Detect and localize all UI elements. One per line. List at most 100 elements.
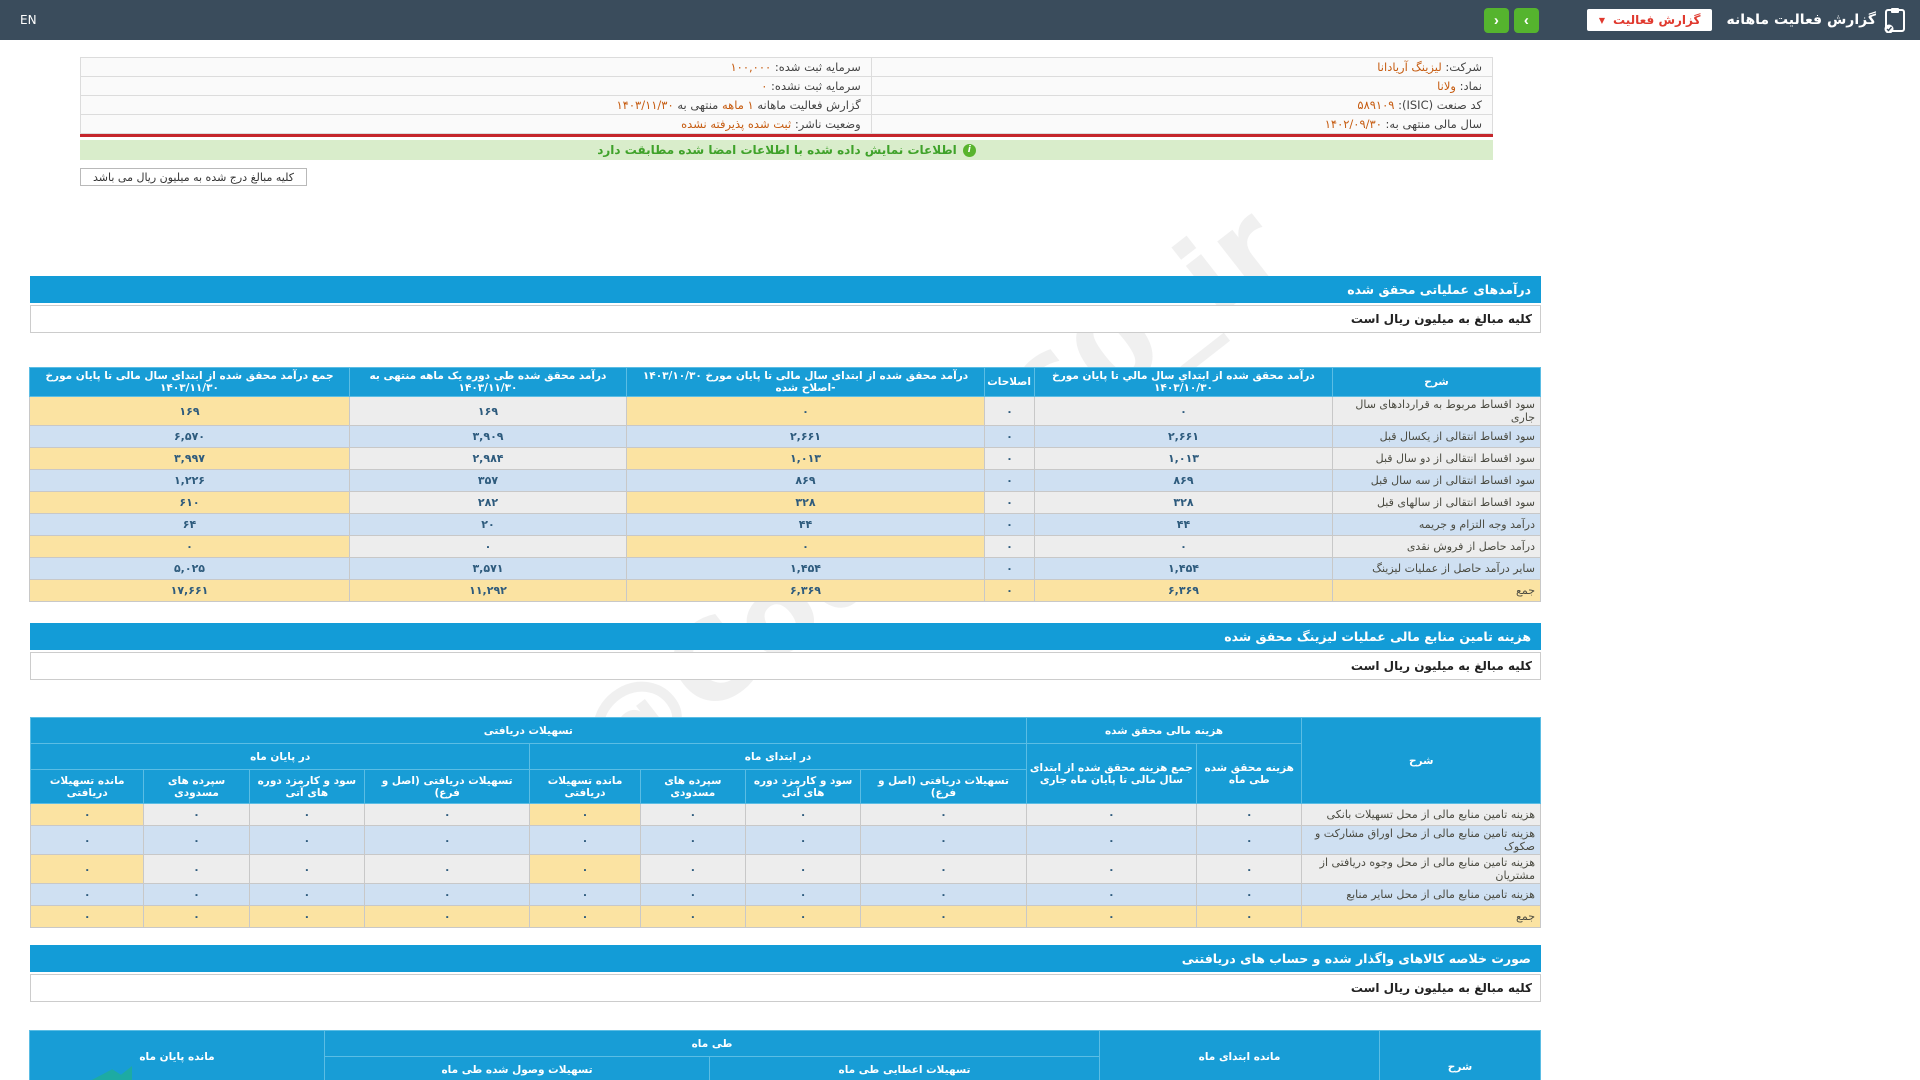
value-cell: ۱,۰۱۳ bbox=[1035, 448, 1333, 470]
chevron-left-icon: ‹ bbox=[1494, 12, 1499, 29]
language-toggle[interactable]: EN bbox=[20, 13, 37, 27]
company-info-table: شرکت: لیزینگ آریادانا سرمایه ثبت شده: ۱۰… bbox=[80, 57, 1493, 134]
table-row: هزینه تامین منابع مالی از محل سایر منابع… bbox=[31, 884, 1541, 906]
value-cell: ۰ bbox=[1197, 884, 1302, 906]
value-cell: ۰ bbox=[530, 855, 640, 884]
value-cell: ۱۶۹ bbox=[30, 397, 350, 426]
row-label-cell: سود اقساط انتقالی از سه سال قبل bbox=[1333, 470, 1541, 492]
fiscal-year-end-value: ۱۴۰۲/۰۹/۳۰ bbox=[1325, 117, 1382, 131]
field-label: سرمایه ثبت نشده: bbox=[771, 79, 861, 93]
group-header: تسهیلات اعطایی طی ماه bbox=[710, 1057, 1100, 1080]
value-cell: ۲۰ bbox=[350, 514, 627, 536]
value-cell: ۰ bbox=[144, 855, 249, 884]
value-cell: ۰ bbox=[1197, 906, 1302, 928]
issuer-status-value: ثبت شده پذیرفته نشده bbox=[681, 117, 791, 131]
value-cell: ۶,۳۶۹ bbox=[1035, 580, 1333, 602]
table-row: شرکت: لیزینگ آریادانا سرمایه ثبت شده: ۱۰… bbox=[81, 58, 1493, 77]
value-cell: ۰ bbox=[640, 884, 745, 906]
company-field: شرکت: لیزینگ آریادانا bbox=[871, 58, 1492, 77]
column-header: درآمد محقق شده از ابتداي سال مالي تا پای… bbox=[1035, 368, 1333, 397]
value-cell: ۰ bbox=[861, 855, 1026, 884]
report-period-field: گزارش فعالیت ماهانه ۱ ماهه منتهی به ۱۴۰۳… bbox=[81, 96, 872, 115]
table-row: سود اقساط انتقالی از سالهای قبل۳۲۸۰۳۲۸۲۸… bbox=[30, 492, 1541, 514]
isic-field: کد صنعت (ISIC): ۵۸۹۱۰۹ bbox=[871, 96, 1492, 115]
group-header: مانده ابتدای ماه bbox=[1100, 1031, 1380, 1080]
value-cell: ۸۶۹ bbox=[1035, 470, 1333, 492]
operating-revenues-table: شرح درآمد محقق شده از ابتداي سال مالي تا… bbox=[29, 367, 1541, 602]
top-navbar: گزارش فعالیت ماهانه گزارش فعالیت ▼ › ‹ E… bbox=[0, 0, 1920, 40]
value-cell: ۳۵۷ bbox=[350, 470, 627, 492]
units-row: کلیه مبالغ به میلیون ریال است bbox=[30, 974, 1541, 1002]
signature-match-banner: i اطلاعات نمایش داده شده با اطلاعات امضا… bbox=[80, 140, 1493, 160]
value-cell: ۰ bbox=[144, 826, 249, 855]
value-cell: ۰ bbox=[364, 804, 529, 826]
symbol-value: ولانا bbox=[1437, 79, 1456, 93]
value-cell: ۰ bbox=[861, 906, 1026, 928]
value-cell: ۱,۲۲۶ bbox=[30, 470, 350, 492]
value-cell: ۵,۰۲۵ bbox=[30, 558, 350, 580]
row-label-cell: درآمد حاصل از فروش نقدی bbox=[1333, 536, 1541, 558]
table-row: سود اقساط مربوط به قراردادهای سال جاری۰۰… bbox=[30, 397, 1541, 426]
previous-report-button[interactable]: ‹ bbox=[1484, 8, 1509, 33]
table-header-row: شرح هزینه مالی محقق شده تسهیلات دریافتی bbox=[31, 718, 1541, 744]
value-cell: ۰ bbox=[745, 804, 860, 826]
field-label: کد صنعت (ISIC): bbox=[1398, 98, 1482, 112]
registered-capital-value: ۱۰۰,۰۰۰ bbox=[731, 60, 772, 74]
value-cell: ۳,۹۹۷ bbox=[30, 448, 350, 470]
chevron-down-icon: ▼ bbox=[1599, 16, 1605, 25]
table-row: جمع۰۰۰۰۰۰۰۰۰۰ bbox=[31, 906, 1541, 928]
next-report-button[interactable]: › bbox=[1514, 8, 1539, 33]
group-header: در پایان ماه bbox=[31, 744, 530, 770]
info-icon: i bbox=[963, 144, 976, 157]
units-note-box: کلیه مبالغ درج شده به میلیون ریال می باش… bbox=[80, 168, 307, 186]
value-cell: ۰ bbox=[144, 906, 249, 928]
value-cell: ۴۴ bbox=[1035, 514, 1333, 536]
value-cell: ۰ bbox=[1197, 855, 1302, 884]
value-cell: ۱,۰۱۳ bbox=[627, 448, 985, 470]
value-cell: ۱,۴۵۴ bbox=[1035, 558, 1333, 580]
value-cell: ۰ bbox=[1197, 804, 1302, 826]
group-header: در ابتدای ماه bbox=[530, 744, 1026, 770]
value-cell: ۰ bbox=[985, 558, 1035, 580]
column-header: اصلاحات bbox=[985, 368, 1035, 397]
row-label-cell: جمع bbox=[1302, 906, 1541, 928]
value-cell: ۰ bbox=[364, 884, 529, 906]
value-cell: ۰ bbox=[985, 470, 1035, 492]
value-cell: ۳۲۸ bbox=[1035, 492, 1333, 514]
symbol-field: نماد: ولانا bbox=[871, 77, 1492, 96]
field-label: نماد: bbox=[1460, 79, 1482, 93]
column-header: جمع هزینه محقق شده از ابتدای سال مالی تا… bbox=[1026, 744, 1196, 804]
table-row: سال مالی منتهی به: ۱۴۰۲/۰۹/۳۰ وضعیت ناشر… bbox=[81, 115, 1493, 134]
report-navigation: › ‹ bbox=[1484, 8, 1539, 33]
report-type-dropdown[interactable]: گزارش فعالیت ▼ bbox=[1587, 9, 1713, 31]
group-header: هزینه مالی محقق شده bbox=[1026, 718, 1302, 744]
row-label-cell: هزینه تامین منابع مالی از محل سایر منابع bbox=[1302, 884, 1541, 906]
value-cell: ۰ bbox=[985, 426, 1035, 448]
column-header: درآمد محقق شده طی دوره یک ماهه منتهی به … bbox=[350, 368, 627, 397]
value-cell: ۰ bbox=[1035, 397, 1333, 426]
value-cell: ۰ bbox=[31, 884, 144, 906]
row-label-cell: جمع bbox=[1333, 580, 1541, 602]
value-cell: ۰ bbox=[144, 804, 249, 826]
group-header: تسهیلات دریافتی bbox=[31, 718, 1027, 744]
value-cell: ۰ bbox=[1197, 826, 1302, 855]
isic-code-value: ۵۸۹۱۰۹ bbox=[1357, 98, 1394, 112]
period-end-date-value: ۱۴۰۳/۱۱/۳۰ bbox=[616, 98, 673, 112]
row-label-cell: سایر درآمد حاصل از عملیات لیزینگ bbox=[1333, 558, 1541, 580]
value-cell: ۰ bbox=[31, 906, 144, 928]
column-header: شرح bbox=[1333, 368, 1541, 397]
value-cell: ۱۱,۲۹۲ bbox=[350, 580, 627, 602]
value-cell: ۰ bbox=[31, 804, 144, 826]
value-cell: ۰ bbox=[530, 826, 640, 855]
value-cell: ۰ bbox=[985, 580, 1035, 602]
value-cell: ۱,۴۵۴ bbox=[627, 558, 985, 580]
report-clipboard-icon bbox=[1884, 7, 1906, 33]
value-cell: ۰ bbox=[249, 826, 364, 855]
value-cell: ۰ bbox=[985, 492, 1035, 514]
field-label: سرمایه ثبت شده: bbox=[775, 60, 861, 74]
group-header: تسهیلات وصول شده طی ماه bbox=[325, 1057, 710, 1080]
row-label-cell: سود اقساط انتقالی از سالهای قبل bbox=[1333, 492, 1541, 514]
value-cell: ۳,۹۰۹ bbox=[350, 426, 627, 448]
value-cell: ۰ bbox=[249, 884, 364, 906]
row-label-cell: سود اقساط مربوط به قراردادهای سال جاری bbox=[1333, 397, 1541, 426]
